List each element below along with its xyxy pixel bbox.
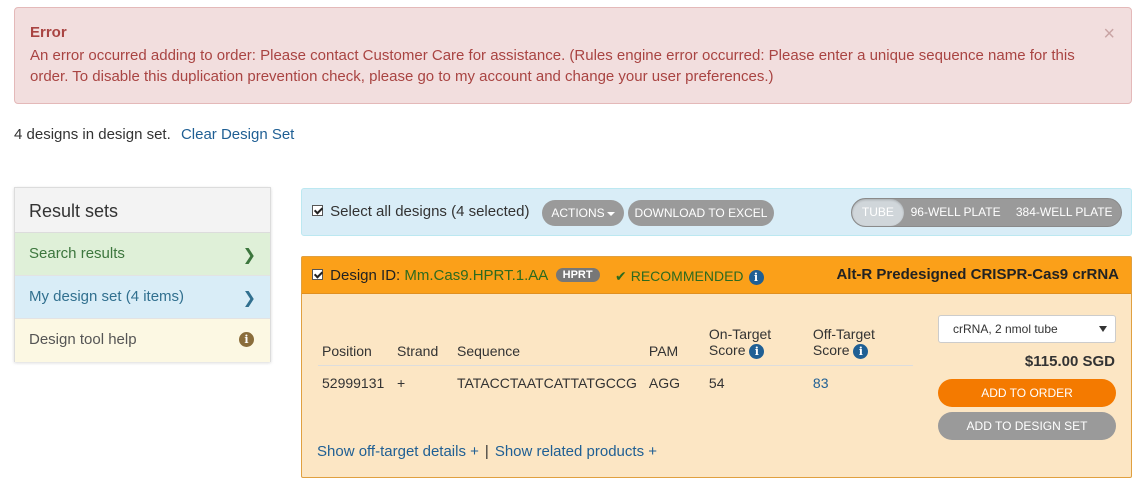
quantity-select-value: crRNA, 2 nmol tube <box>953 322 1058 336</box>
info-icon[interactable]: i <box>853 343 869 359</box>
column-header-on-target: On-Target Score i <box>704 319 809 366</box>
caret-down-icon <box>606 211 615 216</box>
clear-design-set-link[interactable]: Clear Design Set <box>181 126 294 143</box>
checkmark-icon: ✔ <box>615 268 627 284</box>
design-id-label: Design ID: <box>330 267 401 284</box>
sidebar-item-label: Search results <box>29 245 125 262</box>
column-header-position: Position <box>318 319 393 366</box>
sidebar-title: Result sets <box>15 188 270 233</box>
format-384-well-button[interactable]: 384-WELL PLATE <box>1007 199 1121 226</box>
design-card-header: Design ID: Mm.Cas9.HPRT.1.AA HPRT ✔ RECOM… <box>302 257 1131 294</box>
design-card: Design ID: Mm.Cas9.HPRT.1.AA HPRT ✔ RECOM… <box>301 256 1132 478</box>
design-checkbox[interactable] <box>312 268 323 280</box>
cell-sequence: TATACCTAATCATTATGCCG <box>457 374 637 391</box>
design-count-text: 4 designs in design set. <box>14 126 171 143</box>
card-links: Show off-target details + | Show related p… <box>317 443 657 460</box>
select-all-label: Select all designs (4 selected) <box>330 203 530 220</box>
alert-message: An error occurred adding to order: Pleas… <box>30 47 1075 85</box>
show-off-target-link[interactable]: Show off-target details + <box>317 443 479 460</box>
add-to-order-button[interactable]: ADD TO ORDER <box>938 379 1116 407</box>
recommended-label: RECOMMENDED <box>630 268 744 284</box>
format-tube-button[interactable]: TUBE <box>852 199 904 226</box>
design-id-value[interactable]: Mm.Cas9.HPRT.1.AA <box>404 267 547 284</box>
on-target-score-label: Score <box>708 341 746 358</box>
add-to-design-set-button[interactable]: ADD TO DESIGN SET <box>938 412 1116 440</box>
price: $115.00 SGD <box>1024 353 1115 370</box>
design-count-line: 4 designs in design set. Clear Design Se… <box>14 126 294 143</box>
design-toolbar: Select all designs (4 selected) ACTIONS … <box>301 188 1132 236</box>
table-header-row: Position Strand Sequence PAM On-Target Sc… <box>318 319 913 366</box>
select-all-checkbox[interactable] <box>312 204 323 216</box>
actions-button[interactable]: ACTIONS <box>542 200 624 226</box>
info-icon: i <box>239 332 254 347</box>
format-toggle: TUBE 96-WELL PLATE 384-WELL PLATE <box>851 198 1122 227</box>
recommended-tag: ✔ RECOMMENDED i <box>615 268 764 285</box>
off-target-score-label: Score <box>812 341 850 358</box>
result-sets-sidebar: Result sets Search results ❯ My design s… <box>14 187 271 362</box>
info-icon[interactable]: i <box>749 343 765 359</box>
cell-pam: AGG <box>648 374 681 391</box>
quantity-select[interactable]: crRNA, 2 nmol tube <box>938 315 1116 343</box>
gene-badge: HPRT <box>555 268 600 283</box>
sidebar-item-label: Design tool help <box>29 331 137 348</box>
on-target-label: On-Target <box>708 325 772 342</box>
sidebar-item-label: My design set (4 items) <box>29 288 185 305</box>
select-all-control[interactable]: Select all designs (4 selected) <box>312 203 529 220</box>
chevron-right-icon: ❯ <box>242 247 256 264</box>
cell-on-target: 54 <box>708 374 725 391</box>
close-icon[interactable]: × <box>1103 24 1115 44</box>
table-row: 52999131 + TATACCTAATCATTATGCCG AGG 54 8… <box>318 365 913 391</box>
cell-strand: + <box>397 374 406 391</box>
sidebar-item-search-results[interactable]: Search results ❯ <box>15 233 270 276</box>
info-icon[interactable]: i <box>748 270 764 285</box>
sidebar-item-my-design-set[interactable]: My design set (4 items) ❯ <box>15 276 270 319</box>
chevron-down-icon <box>1099 326 1107 332</box>
product-name: Alt-R Predesigned CRISPR-Cas9 crRNA <box>836 266 1119 283</box>
alert-title: Error <box>30 24 67 41</box>
column-header-strand: Strand <box>393 319 453 366</box>
off-target-label: Off-Target <box>812 325 875 342</box>
cell-off-target[interactable]: 83 <box>809 365 913 391</box>
column-header-off-target: Off-Target Score i <box>808 319 913 366</box>
chevron-right-icon: ❯ <box>242 290 256 307</box>
actions-label: ACTIONS <box>551 206 605 220</box>
column-header-sequence: Sequence <box>453 319 645 366</box>
show-related-products-link[interactable]: Show related products + <box>495 443 657 460</box>
format-96-well-button[interactable]: 96-WELL PLATE <box>904 199 1008 226</box>
cell-position: 52999131 <box>322 374 385 391</box>
error-alert: Error An error occurred adding to order:… <box>14 7 1132 104</box>
sidebar-item-design-tool-help[interactable]: Design tool help i <box>15 319 270 362</box>
link-separator: | <box>484 443 489 460</box>
design-id: Design ID: Mm.Cas9.HPRT.1.AA HPRT <box>312 267 600 284</box>
download-excel-button[interactable]: DOWNLOAD TO EXCEL <box>628 200 774 226</box>
column-header-pam: PAM <box>644 319 705 366</box>
design-table: Position Strand Sequence PAM On-Target Sc… <box>318 319 913 391</box>
